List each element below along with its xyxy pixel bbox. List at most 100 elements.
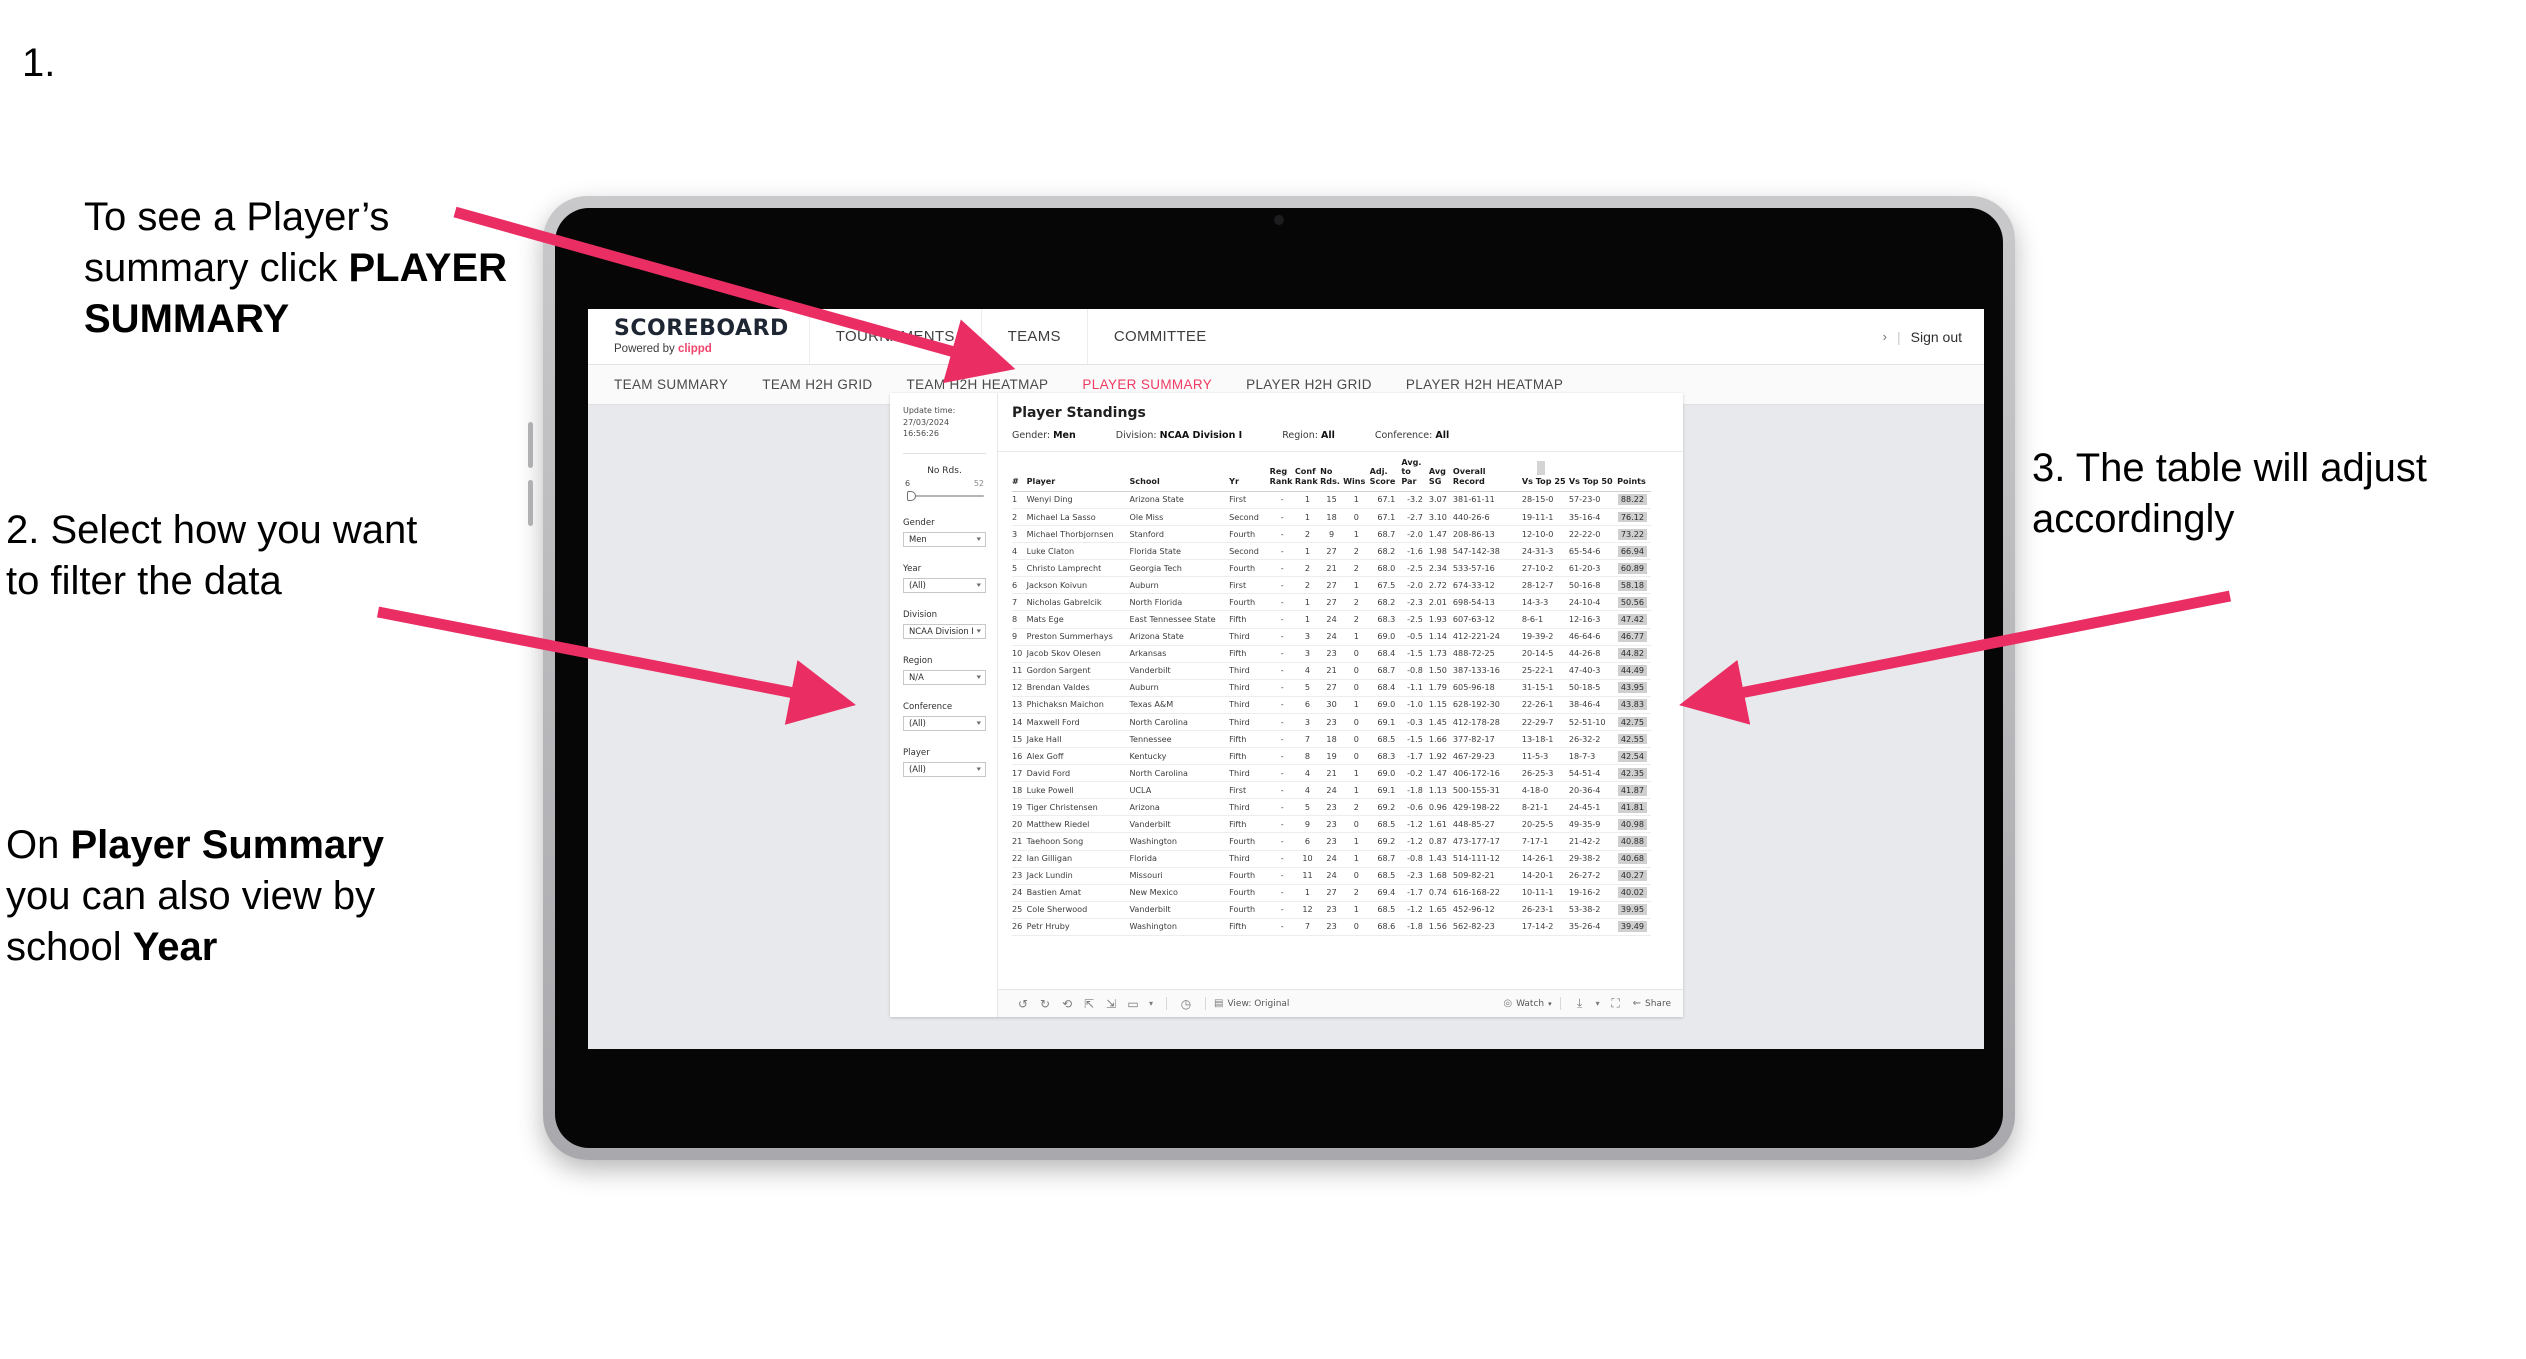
view-original-button[interactable]: ▤ View: Original bbox=[1214, 998, 1289, 1009]
table-row[interactable]: 8 Mats Ege East Tennessee State Fifth -1 24 2 6… bbox=[1012, 610, 1651, 629]
col-player-l1: Player bbox=[1026, 475, 1056, 486]
slider-handle[interactable] bbox=[907, 490, 916, 501]
col-wins[interactable]: Wins bbox=[1343, 452, 1370, 492]
col-player[interactable]: Player bbox=[1026, 452, 1130, 492]
table-row[interactable]: 11 Gordon Sargent Vanderbilt Third -4 21 0 68.7… bbox=[1012, 662, 1651, 680]
table-row[interactable]: 2 Michael La Sasso Ole Miss Second -1 18 0 67.1… bbox=[1012, 508, 1651, 527]
cell-yr: Fifth bbox=[1229, 610, 1270, 629]
download-icon[interactable]: ⤓ bbox=[1569, 996, 1591, 1011]
table-row[interactable]: 23 Jack Lundin Missouri Fourth -11 24 0 68.5 -2.… bbox=[1012, 867, 1651, 885]
tab-team-h2h-grid[interactable]: TEAM H2H GRID bbox=[762, 365, 872, 404]
fullscreen-icon[interactable]: ⛶ bbox=[1605, 996, 1627, 1011]
table-row[interactable]: 3 Michael Thorbjornsen Stanford Fourth -2 9 1 6… bbox=[1012, 525, 1651, 544]
refresh-data-icon[interactable]: ⇱ bbox=[1078, 997, 1100, 1011]
revert-icon[interactable]: ⟲ bbox=[1056, 997, 1078, 1011]
callout-step-1: 1. To see a Player’s summary click PLAYE… bbox=[22, 38, 542, 448]
cell-conf: 5 bbox=[1294, 798, 1321, 817]
table-row[interactable]: 1 Wenyi Ding Arizona State First -1 15 1 67.1 -3… bbox=[1012, 491, 1651, 509]
cell-t25: 28-15-0 bbox=[1521, 491, 1569, 509]
pause-auto-update-icon[interactable]: ⇲ bbox=[1100, 997, 1122, 1011]
undo-icon[interactable]: ↺ bbox=[1012, 997, 1034, 1011]
brand-logo[interactable]: SCOREBOARD Powered by clippd bbox=[588, 309, 809, 364]
scrollbar-thumb[interactable] bbox=[1537, 461, 1545, 475]
tab-team-summary[interactable]: TEAM SUMMARY bbox=[614, 365, 728, 404]
cell-rank: 18 bbox=[1012, 781, 1027, 800]
table-row[interactable]: 16 Alex Goff Kentucky Fifth -8 19 0 68.3 -1.7 1.9… bbox=[1012, 747, 1651, 766]
col-school[interactable]: School bbox=[1129, 452, 1230, 492]
cell-nords: 21 bbox=[1320, 559, 1344, 578]
table-row[interactable]: 12 Brendan Valdes Auburn Third -5 27 0 68.4 -1.1… bbox=[1012, 679, 1651, 697]
clock-icon[interactable]: ◷ bbox=[1175, 997, 1197, 1011]
caret-down-icon[interactable]: ▾ bbox=[1591, 999, 1605, 1008]
table-row[interactable]: 5 Christo Lamprecht Georgia Tech Fourth -2 21… bbox=[1012, 559, 1651, 578]
filter-division-select[interactable]: NCAA Division I ▾ bbox=[903, 623, 986, 639]
cell-player: Nicholas Gabrelcik bbox=[1026, 593, 1130, 612]
col-yr[interactable]: Yr bbox=[1229, 452, 1270, 492]
table-row[interactable]: 14 Maxwell Ford North Carolina Third -3 23 0 69… bbox=[1012, 713, 1651, 731]
top-nav-item-tournaments[interactable]: TOURNAMENTS bbox=[808, 309, 981, 364]
table-row[interactable]: 7 Nicholas Gabrelcik North Florida Fourth -1… bbox=[1012, 593, 1651, 612]
cell-pts: 50.56 bbox=[1617, 593, 1651, 612]
table-row[interactable]: 25 Cole Sherwood Vanderbilt Fourth -12 23 1 68.… bbox=[1012, 901, 1651, 919]
cell-conf: 1 bbox=[1294, 610, 1321, 629]
viz-parameter-row: Gender: Men Division: NCAA Division I Re… bbox=[998, 430, 1683, 452]
table-row[interactable]: 10 Jacob Skov Olesen Arkansas Fifth -3 23 0 68.… bbox=[1012, 645, 1651, 663]
table-row[interactable]: 15 Jake Hall Tennessee Fifth -7 18 0 68.5 -1.5 1.… bbox=[1012, 730, 1651, 749]
col-adj-score[interactable]: Adj. Score bbox=[1369, 452, 1402, 492]
points-value: 88.22 bbox=[1617, 494, 1647, 506]
table-row[interactable]: 18 Luke Powell UCLA First -4 24 1 69.1 -1.8 1.13 5… bbox=[1012, 781, 1651, 800]
col-points[interactable]: Points bbox=[1617, 452, 1651, 492]
col-no-rds[interactable]: No Rds. bbox=[1320, 452, 1344, 492]
table-row[interactable]: 17 David Ford North Carolina Third -4 21 1 69.0… bbox=[1012, 764, 1651, 783]
table-row[interactable]: 22 Ian Gilligan Florida Third -10 24 1 68.7 -0.8… bbox=[1012, 850, 1651, 868]
cell-school: Auburn bbox=[1129, 576, 1230, 595]
cell-conf: 11 bbox=[1294, 867, 1321, 885]
table-row[interactable]: 20 Matthew Riedel Vanderbilt Fifth -9 23 0 68.5… bbox=[1012, 815, 1651, 834]
table-row[interactable]: 21 Taehoon Song Washington Fourth -6 23 1 69.2-… bbox=[1012, 832, 1651, 851]
col-reg-rank[interactable]: Reg Rank bbox=[1269, 452, 1295, 492]
cell-rec: 533-57-16 bbox=[1452, 559, 1522, 578]
caret-down-icon[interactable]: ▾ bbox=[1144, 999, 1158, 1008]
cell-rec: 607-63-12 bbox=[1452, 610, 1522, 629]
table-row[interactable]: 19 Tiger Christensen Arizona Third -5 23 2 69.2… bbox=[1012, 798, 1651, 817]
table-row[interactable]: 4 Luke Claton Florida State Second -1 27 2 68.2… bbox=[1012, 542, 1651, 561]
table-row[interactable]: 9 Preston Summerhays Arizona State Third -3 2… bbox=[1012, 628, 1651, 646]
col-overall-record[interactable]: Overall Record bbox=[1452, 452, 1522, 492]
cell-wins: 0 bbox=[1343, 815, 1370, 834]
cell-rec: 381-61-11 bbox=[1452, 491, 1522, 509]
filter-icon[interactable]: ▭ bbox=[1122, 997, 1144, 1011]
col-avg-to-par[interactable]: Avg. to Par bbox=[1401, 452, 1429, 492]
table-row[interactable]: 13 Phichaksn Maichon Texas A&M Third -6 30 1 69… bbox=[1012, 696, 1651, 714]
col-conf-rank[interactable]: Conf Rank bbox=[1294, 452, 1321, 492]
app-header: SCOREBOARD Powered by clippd TOURNAMENTS… bbox=[588, 309, 1984, 365]
col-avg-sg[interactable]: Avg SG bbox=[1428, 452, 1453, 492]
col-vs-top-25[interactable]: Vs Top 25 bbox=[1521, 452, 1569, 492]
col-vs-top-50[interactable]: Vs Top 50 bbox=[1568, 452, 1618, 492]
col-rank[interactable]: # bbox=[1012, 452, 1027, 492]
top-nav-item-teams[interactable]: TEAMS bbox=[980, 309, 1087, 364]
cell-player: Phichaksn Maichon bbox=[1026, 696, 1130, 714]
cell-pts: 88.22 bbox=[1617, 491, 1651, 509]
filter-year-select[interactable]: (All) ▾ bbox=[903, 577, 986, 593]
brand-clippd-link[interactable]: clippd bbox=[678, 343, 712, 355]
share-button[interactable]: ⇜ Share bbox=[1633, 998, 1671, 1009]
table-row[interactable]: 24 Bastien Amat New Mexico Fourth -1 27 2 69.4-… bbox=[1012, 884, 1651, 902]
account-chevron-icon[interactable]: › bbox=[1883, 329, 1887, 344]
top-nav-item-committee[interactable]: COMMITTEE bbox=[1086, 309, 1233, 364]
watch-button[interactable]: ◎ Watch ▾ bbox=[1503, 998, 1551, 1009]
filter-gender-select[interactable]: Men ▾ bbox=[903, 531, 986, 547]
table-row[interactable]: 26 Petr Hruby Washington Fifth -7 23 0 68.6 -1.8… bbox=[1012, 918, 1651, 936]
redo-icon[interactable]: ↻ bbox=[1034, 997, 1056, 1011]
cell-rank: 13 bbox=[1012, 696, 1027, 714]
filter-year-label: Year bbox=[903, 563, 922, 574]
filter-player-select[interactable]: (All) ▾ bbox=[903, 761, 986, 777]
cell-t50: 26-27-2 bbox=[1568, 867, 1618, 885]
no-rds-slider[interactable] bbox=[903, 490, 986, 501]
sign-out-link[interactable]: Sign out bbox=[1911, 329, 1962, 345]
filter-region-select[interactable]: N/A ▾ bbox=[903, 669, 986, 685]
table-row[interactable]: 6 Jackson Koivun Auburn First -2 27 1 67.5 -2.0 2… bbox=[1012, 576, 1651, 595]
cell-rank: 6 bbox=[1012, 576, 1027, 595]
table-scrollbar[interactable] bbox=[1537, 452, 1545, 989]
filter-conference-select[interactable]: (All) ▾ bbox=[903, 715, 986, 731]
cell-adj: 69.0 bbox=[1369, 628, 1402, 646]
